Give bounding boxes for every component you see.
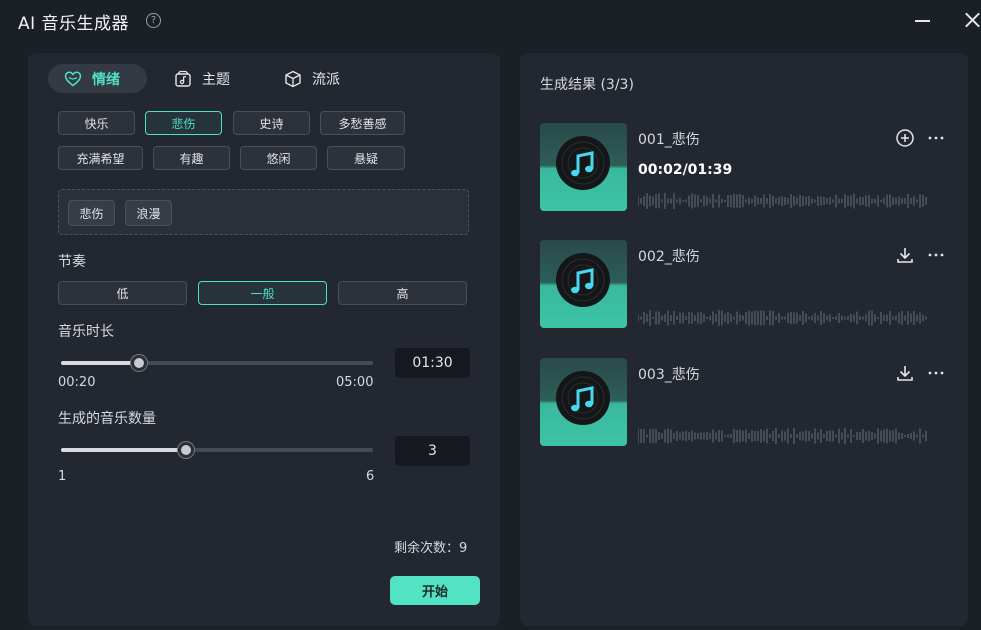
more-icon[interactable] xyxy=(926,128,946,148)
selected-tag-romantic[interactable]: 浪漫 xyxy=(125,200,172,226)
tab-mood[interactable]: 情绪 xyxy=(48,64,147,93)
duration-min-label: 00:20 xyxy=(58,375,96,390)
mood-chip-fun[interactable]: 有趣 xyxy=(153,146,230,170)
album-cover[interactable] xyxy=(540,240,627,328)
result-item[interactable]: 002_悲伤 xyxy=(540,240,950,330)
count-slider-fill xyxy=(61,448,186,452)
result-name: 002_悲伤 xyxy=(638,249,700,265)
duration-max-label: 05:00 xyxy=(336,375,374,390)
help-icon[interactable]: ? xyxy=(146,13,161,28)
start-button[interactable]: 开始 xyxy=(390,576,480,605)
results-panel: 生成结果 (3/3) 001_悲伤 00:02/01:39 002_悲伤 003… xyxy=(520,53,968,626)
vinyl-music-icon xyxy=(556,371,610,425)
album-cover[interactable] xyxy=(540,123,627,211)
result-item[interactable]: 003_悲伤 xyxy=(540,358,950,448)
tab-label: 主题 xyxy=(202,71,230,88)
count-max-label: 6 xyxy=(366,469,375,484)
title-bar: AI 音乐生成器 ? xyxy=(0,0,981,42)
waveform[interactable] xyxy=(638,191,930,211)
results-title: 生成结果 (3/3) xyxy=(540,77,634,93)
tab-label: 流派 xyxy=(312,71,340,88)
more-icon[interactable] xyxy=(926,363,946,383)
minimize-button[interactable] xyxy=(913,10,933,30)
tab-label: 情绪 xyxy=(92,71,120,88)
tempo-normal-button[interactable]: 一般 xyxy=(198,281,327,305)
duration-slider-fill xyxy=(61,361,139,365)
waveform[interactable] xyxy=(638,308,930,328)
result-item[interactable]: 001_悲伤 00:02/01:39 xyxy=(540,123,950,213)
result-name: 001_悲伤 xyxy=(638,132,700,148)
duration-slider[interactable] xyxy=(61,355,373,371)
cube-icon xyxy=(285,70,301,87)
mood-chip-sentimental[interactable]: 多愁善感 xyxy=(320,111,405,135)
album-cover[interactable] xyxy=(540,358,627,446)
tempo-high-button[interactable]: 高 xyxy=(338,281,467,305)
selected-tags-box: 悲伤 浪漫 xyxy=(58,189,469,235)
mood-chip-epic[interactable]: 史诗 xyxy=(233,111,310,135)
duration-slider-thumb[interactable] xyxy=(131,355,147,371)
count-label: 生成的音乐数量 xyxy=(58,411,156,427)
waveform[interactable] xyxy=(638,426,930,446)
count-min-label: 1 xyxy=(58,469,67,484)
result-name: 003_悲伤 xyxy=(638,367,700,383)
selected-tag-sad[interactable]: 悲伤 xyxy=(68,200,115,226)
more-icon[interactable] xyxy=(926,245,946,265)
mood-chip-sad[interactable]: 悲伤 xyxy=(145,111,222,135)
count-slider-thumb[interactable] xyxy=(177,442,194,458)
count-slider[interactable] xyxy=(61,442,373,458)
tab-theme[interactable]: 主题 xyxy=(158,64,248,93)
download-icon[interactable] xyxy=(895,363,915,383)
duration-value-field[interactable]: 01:30 xyxy=(395,348,470,378)
mood-chip-happy[interactable]: 快乐 xyxy=(58,111,135,135)
music-note-box-icon xyxy=(175,70,191,87)
heart-icon xyxy=(64,70,82,86)
result-time: 00:02/01:39 xyxy=(638,162,733,178)
vinyl-music-icon xyxy=(556,136,610,190)
download-icon[interactable] xyxy=(895,245,915,265)
settings-panel: 情绪 主题 流派 快乐 悲伤 史诗 多愁善感 充满希望 有趣 悠闲 悬疑 悲伤 … xyxy=(28,53,500,626)
app-title: AI 音乐生成器 xyxy=(18,14,130,34)
tab-genre[interactable]: 流派 xyxy=(268,64,368,93)
mood-chip-hopeful[interactable]: 充满希望 xyxy=(58,146,143,170)
vinyl-music-icon xyxy=(556,253,610,307)
close-button[interactable] xyxy=(962,10,981,30)
mood-chip-suspense[interactable]: 悬疑 xyxy=(327,146,405,170)
tempo-low-button[interactable]: 低 xyxy=(58,281,187,305)
count-value-field[interactable]: 3 xyxy=(395,436,470,466)
tempo-label: 节奏 xyxy=(58,254,86,270)
remaining-count: 剩余次数：9 xyxy=(394,541,468,556)
mood-chip-relaxed[interactable]: 悠闲 xyxy=(240,146,317,170)
plus-circle-icon[interactable] xyxy=(895,128,915,148)
duration-label: 音乐时长 xyxy=(58,324,114,340)
